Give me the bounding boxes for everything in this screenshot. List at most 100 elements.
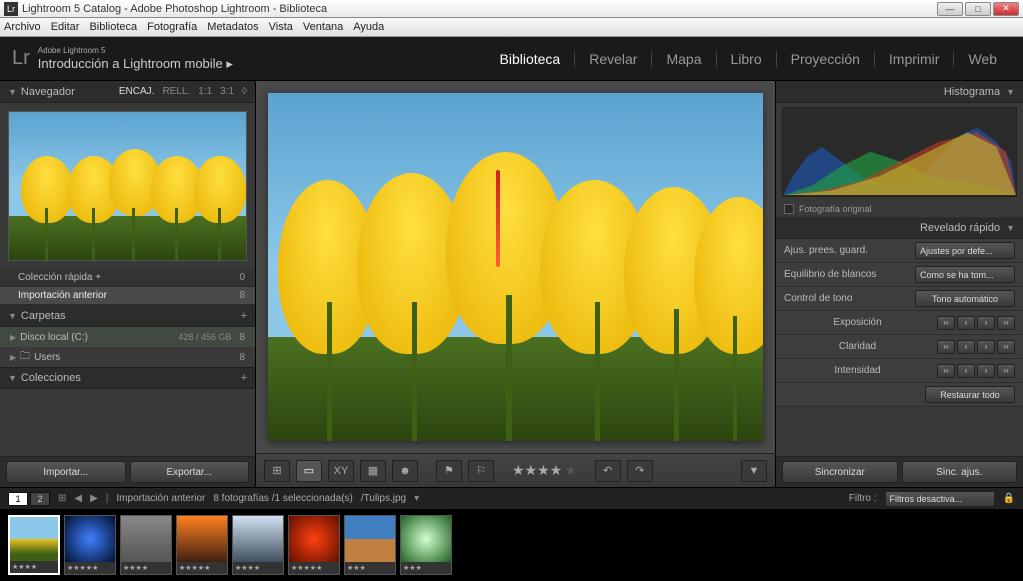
- rotate-left-button[interactable]: ↶: [595, 460, 621, 482]
- add-folder-icon[interactable]: +: [241, 310, 247, 322]
- disk-row[interactable]: ▶ Disco local (C:) 428 / 456 GB 8: [0, 327, 255, 347]
- navigator-preview[interactable]: [8, 111, 247, 261]
- exposure-inc2-button[interactable]: ››: [997, 316, 1015, 330]
- module-revelar[interactable]: Revelar: [575, 51, 652, 67]
- survey-view-button[interactable]: ▦: [360, 460, 386, 482]
- loupe-view[interactable]: [256, 81, 775, 453]
- monitor-2-button[interactable]: 2: [30, 492, 50, 506]
- menu-archivo[interactable]: Archivo: [4, 21, 41, 33]
- zoom-11[interactable]: 1:1: [198, 86, 212, 97]
- thumbnail[interactable]: ★★★: [400, 515, 452, 575]
- wb-label: Equilibrio de blancos: [784, 269, 876, 280]
- menu-fotografía[interactable]: Fotografía: [147, 21, 197, 33]
- thumbnail[interactable]: ★★★★★: [176, 515, 228, 575]
- clarity-inc2-button[interactable]: ››: [997, 340, 1015, 354]
- thumbnail[interactable]: ★★★★★: [64, 515, 116, 575]
- intensity-inc-button[interactable]: ›: [977, 364, 995, 378]
- histogram-header[interactable]: Histograma ▼: [776, 81, 1023, 103]
- intensity-dec2-button[interactable]: ‹‹: [937, 364, 955, 378]
- original-photo-checkbox[interactable]: [784, 204, 794, 214]
- nav-fwd-icon[interactable]: ▶: [90, 493, 98, 504]
- filter-label: Filtro :: [849, 493, 877, 504]
- zoom-more-icon[interactable]: ◊: [242, 86, 247, 97]
- dropdown-icon[interactable]: ▾: [414, 493, 419, 504]
- module-libro[interactable]: Libro: [717, 51, 777, 67]
- count-label: 8 fotografías /1 seleccionada(s): [213, 493, 353, 504]
- thumbnail[interactable]: ★★★★: [232, 515, 284, 575]
- histogram-chart[interactable]: [782, 107, 1017, 197]
- clarity-dec-button[interactable]: ‹: [957, 340, 975, 354]
- intensity-label: Intensidad: [834, 365, 880, 376]
- quickdev-header[interactable]: Revelado rápido ▼: [776, 217, 1023, 239]
- menu-biblioteca[interactable]: Biblioteca: [89, 21, 137, 33]
- module-proyección[interactable]: Proyección: [777, 51, 875, 67]
- clarity-inc-button[interactable]: ›: [977, 340, 995, 354]
- disk-size: 428 / 456 GB: [178, 332, 231, 342]
- right-panel: Histograma ▼ Fotografía original Revelad…: [775, 81, 1023, 487]
- carpetas-header[interactable]: ▼ Carpetas +: [0, 305, 255, 327]
- monitor-1-button[interactable]: 1: [8, 492, 28, 506]
- wb-dropdown[interactable]: Como se ha tom...: [915, 266, 1015, 283]
- zoom-ENCAJ[interactable]: ENCAJ.: [119, 86, 155, 97]
- add-collection-icon[interactable]: +: [241, 372, 247, 384]
- folder-row[interactable]: ▶ 🗀 Users 8: [0, 347, 255, 367]
- zoom-RELL[interactable]: RELL.: [162, 86, 190, 97]
- source-label[interactable]: Importación anterior: [116, 493, 205, 504]
- grid-icon[interactable]: ⊞: [58, 493, 66, 504]
- module-web[interactable]: Web: [954, 51, 1011, 67]
- auto-tone-button[interactable]: Tono automático: [915, 290, 1015, 307]
- thumbnail[interactable]: ★★★★: [120, 515, 172, 575]
- flag-pick-button[interactable]: ⚑: [436, 460, 462, 482]
- module-biblioteca[interactable]: Biblioteca: [486, 51, 576, 67]
- navigator-title: Navegador: [21, 86, 75, 98]
- flag-reject-button[interactable]: ⚐: [468, 460, 494, 482]
- filter-dropdown[interactable]: Filtros desactiva...: [885, 491, 995, 507]
- intensity-dec-button[interactable]: ‹: [957, 364, 975, 378]
- center-panel: ⊞ ▭ XY ▦ ☻ ⚑ ⚐ ★★★★★ ↶ ↷ ▼: [256, 81, 775, 487]
- menu-metadatos[interactable]: Metadatos: [207, 21, 258, 33]
- menu-ventana[interactable]: Ventana: [303, 21, 343, 33]
- nav-back-icon[interactable]: ◀: [74, 493, 82, 504]
- module-imprimir[interactable]: Imprimir: [875, 51, 955, 67]
- thumbnail[interactable]: ★★★★: [8, 515, 60, 575]
- sync-settings-button[interactable]: Sinc. ajus.: [902, 461, 1018, 483]
- exposure-inc-button[interactable]: ›: [977, 316, 995, 330]
- folder-icon: 🗀: [20, 349, 30, 366]
- preset-label: Ajus. prees. guard.: [784, 245, 868, 256]
- exposure-dec2-button[interactable]: ‹‹: [937, 316, 955, 330]
- filter-lock-icon[interactable]: 🔒: [1003, 493, 1015, 504]
- sync-button[interactable]: Sincronizar: [782, 461, 898, 483]
- minimize-button[interactable]: —: [937, 2, 963, 16]
- loupe-view-button[interactable]: ▭: [296, 460, 322, 482]
- module-picker: BibliotecaRevelarMapaLibroProyecciónImpr…: [486, 51, 1011, 67]
- rotate-right-button[interactable]: ↷: [627, 460, 653, 482]
- menu-ayuda[interactable]: Ayuda: [353, 21, 384, 33]
- collapse-icon: ▼: [1006, 223, 1015, 233]
- rating-stars[interactable]: ★★★★★: [512, 462, 577, 479]
- close-button[interactable]: ✕: [993, 2, 1019, 16]
- module-mapa[interactable]: Mapa: [652, 51, 716, 67]
- navigator-header[interactable]: ▼ Navegador ENCAJ.RELL.1:13:1◊: [0, 81, 255, 103]
- reset-button[interactable]: Restaurar todo: [925, 386, 1015, 403]
- catalog-item[interactable]: Colección rápida +0: [0, 269, 255, 287]
- toolbar-menu-button[interactable]: ▼: [741, 460, 767, 482]
- catalog-item[interactable]: Importación anterior8: [0, 287, 255, 305]
- people-view-button[interactable]: ☻: [392, 460, 418, 482]
- export-button[interactable]: Exportar...: [130, 461, 250, 483]
- preset-dropdown[interactable]: Ajustes por defe...: [915, 242, 1015, 259]
- clarity-dec2-button[interactable]: ‹‹: [937, 340, 955, 354]
- import-button[interactable]: Importar...: [6, 461, 126, 483]
- exposure-dec-button[interactable]: ‹: [957, 316, 975, 330]
- thumbnail[interactable]: ★★★: [344, 515, 396, 575]
- maximize-button[interactable]: □: [965, 2, 991, 16]
- grid-view-button[interactable]: ⊞: [264, 460, 290, 482]
- intensity-inc2-button[interactable]: ››: [997, 364, 1015, 378]
- compare-view-button[interactable]: XY: [328, 460, 354, 482]
- menu-vista[interactable]: Vista: [269, 21, 293, 33]
- thumbnail[interactable]: ★★★★★: [288, 515, 340, 575]
- intro-link[interactable]: Introducción a Lightroom mobile ▸: [38, 56, 233, 72]
- zoom-31[interactable]: 3:1: [220, 86, 234, 97]
- menu-editar[interactable]: Editar: [51, 21, 80, 33]
- colecciones-header[interactable]: ▼ Colecciones +: [0, 367, 255, 389]
- tone-label: Control de tono: [784, 293, 852, 304]
